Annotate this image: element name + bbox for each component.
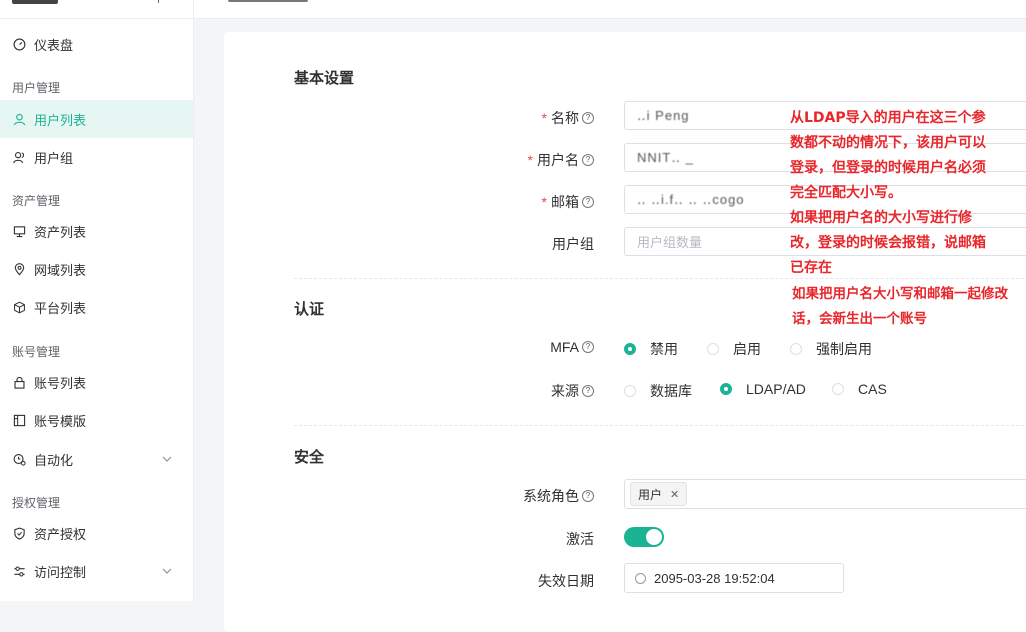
section-title-basic: 基本设置 — [294, 70, 355, 87]
cube-icon — [12, 300, 26, 314]
expire-date-picker[interactable]: 2095-03-28 19:52:04 — [624, 563, 844, 593]
mfa-radio-disabled[interactable]: 禁用 — [624, 339, 678, 359]
lock-icon — [12, 375, 26, 389]
help-icon[interactable]: ? — [582, 341, 594, 353]
top-bar — [194, 0, 1026, 19]
source-label: 来源? — [551, 381, 594, 401]
mfa-radio-enabled[interactable]: 启用 — [707, 339, 761, 359]
sidebar: 仪表盘 用户管理 用户列表 用户组 资产管理 资产列表 网域列表 平台列表 账号… — [0, 0, 194, 601]
section-title-auth: 认证 — [294, 301, 325, 318]
sidebar-item-platforms[interactable]: 平台列表 — [0, 288, 193, 326]
sidebar-header — [0, 0, 193, 19]
annotation-note-2: 如果把用户名大小写和邮箱一起修改 话，会新生出一个账号 — [792, 286, 1008, 327]
sidebar-item-label: 自动化 — [34, 452, 74, 468]
dashboard-icon — [12, 37, 26, 51]
help-icon[interactable]: ? — [582, 196, 594, 208]
breadcrumb — [228, 0, 308, 2]
sidebar-item-access-control[interactable]: 访问控制 — [0, 552, 193, 590]
access-control-icon — [12, 564, 26, 578]
active-toggle[interactable] — [624, 527, 664, 547]
system-role-select[interactable]: 用户 ✕ — [624, 479, 1026, 509]
email-label: * 邮箱? — [542, 192, 594, 212]
sidebar-item-dashboard[interactable]: 仪表盘 — [0, 25, 193, 63]
sidebar-item-user-groups[interactable]: 用户组 — [0, 138, 193, 176]
role-label: 系统角色? — [523, 486, 594, 506]
group-label-asset: 资产管理 — [12, 194, 61, 208]
sidebar-item-label: 用户组 — [34, 150, 74, 166]
divider — [294, 425, 1026, 426]
expire-label: 失效日期 — [538, 573, 594, 589]
group-label: 用户组 — [552, 236, 594, 252]
clock-icon — [635, 572, 646, 584]
source-radio-ldap[interactable]: LDAP/AD — [720, 381, 806, 397]
help-icon[interactable]: ? — [582, 385, 594, 397]
chevron-down-icon — [161, 453, 173, 465]
source-radio-database[interactable]: 数据库 — [624, 381, 692, 401]
group-label-account: 账号管理 — [12, 345, 61, 359]
location-icon — [12, 262, 26, 276]
close-icon[interactable]: ✕ — [670, 488, 679, 501]
username-label: * 用户名? — [528, 150, 594, 170]
help-icon[interactable]: ? — [582, 112, 594, 124]
sidebar-item-label: 资产列表 — [34, 224, 87, 240]
sidebar-item-asset-permissions[interactable]: 资产授权 — [0, 514, 193, 552]
annotation-note-1: 从LDAP导入的用户在这三个参 数都不动的情况下，该用户可以 登录，但登录的时候… — [790, 110, 986, 276]
source-radio-cas[interactable]: CAS — [832, 381, 887, 397]
monitor-icon — [12, 224, 26, 238]
collapse-icon[interactable] — [158, 0, 166, 3]
help-icon[interactable]: ? — [582, 154, 594, 166]
template-icon — [12, 413, 26, 427]
group-label-user: 用户管理 — [12, 81, 61, 95]
chevron-down-icon — [161, 565, 173, 577]
help-icon[interactable]: ? — [582, 490, 594, 502]
sidebar-item-account-templates[interactable]: 账号模版 — [0, 401, 193, 439]
sidebar-item-label: 仪表盘 — [34, 37, 74, 53]
section-title-security: 安全 — [294, 449, 325, 466]
sidebar-item-label: 账号列表 — [34, 375, 87, 391]
sidebar-item-label: 网域列表 — [34, 262, 87, 278]
group-label-perm: 授权管理 — [12, 496, 61, 510]
sidebar-item-label: 用户列表 — [34, 112, 87, 128]
automation-icon — [12, 452, 26, 466]
mfa-radio-forced[interactable]: 强制启用 — [790, 339, 872, 359]
sidebar-item-accounts[interactable]: 账号列表 — [0, 363, 193, 401]
mfa-label: MFA? — [550, 339, 594, 355]
sidebar-item-automation[interactable]: 自动化 — [0, 440, 193, 478]
sidebar-item-label: 账号模版 — [34, 413, 87, 429]
role-tag: 用户 ✕ — [630, 482, 688, 506]
name-label: * 名称? — [542, 108, 594, 128]
sidebar-item-domains[interactable]: 网域列表 — [0, 250, 193, 288]
sidebar-item-label: 资产授权 — [34, 526, 87, 542]
active-label: 激活 — [566, 531, 594, 547]
sidebar-item-assets[interactable]: 资产列表 — [0, 212, 193, 250]
sidebar-item-label: 平台列表 — [34, 300, 87, 316]
user-icon — [12, 112, 26, 126]
user-group-icon — [12, 150, 26, 164]
sidebar-item-users[interactable]: 用户列表 — [0, 100, 193, 138]
logo — [12, 0, 58, 4]
shield-icon — [12, 526, 26, 540]
sidebar-item-label: 访问控制 — [34, 564, 87, 580]
